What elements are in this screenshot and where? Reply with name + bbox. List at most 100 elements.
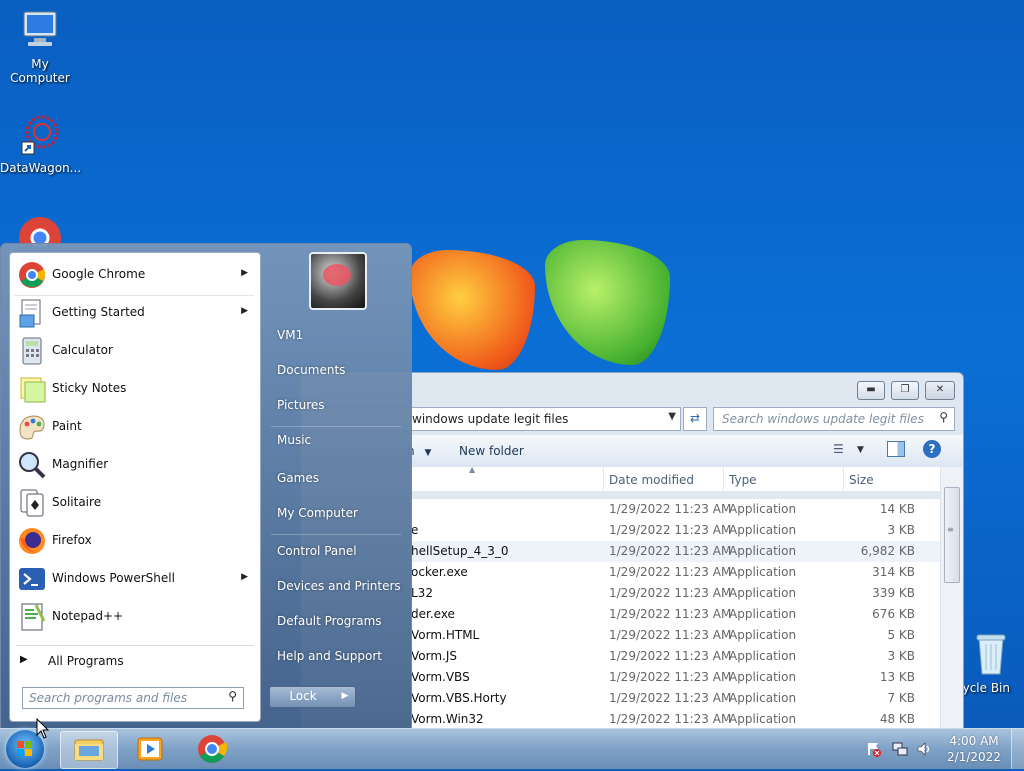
file-date: 1/29/2022 11:23 AM: [609, 544, 732, 558]
start-menu: Google Chrome ▶ Getting Started ▶ Calculator…: [0, 243, 412, 730]
start-program-label: Google Chrome: [52, 267, 146, 281]
chevron-down-icon: ▼: [424, 448, 432, 458]
start-right-item[interactable]: Documents: [277, 363, 345, 377]
help-icon[interactable]: ?: [923, 440, 941, 458]
clock-date: 2/1/2022: [947, 750, 1001, 764]
start-program-item[interactable]: Windows PowerShell ▶: [14, 561, 254, 597]
desktop-icon-my-computer[interactable]: My Computer: [0, 8, 80, 85]
file-size: 14 KB: [879, 502, 915, 516]
start-program-item[interactable]: Sticky Notes: [14, 371, 254, 407]
lock-button[interactable]: Lock: [269, 686, 337, 708]
start-program-label: Firefox: [52, 533, 92, 547]
chevron-right-icon[interactable]: ▶: [241, 306, 248, 316]
start-right-item[interactable]: My Computer: [277, 506, 358, 520]
close-button[interactable]: ✕: [925, 381, 955, 400]
start-right-item[interactable]: Control Panel: [277, 544, 357, 558]
windows-logo: [410, 240, 680, 380]
start-program-item[interactable]: Solitaire: [14, 485, 254, 521]
start-program-item[interactable]: Paint: [14, 409, 254, 445]
taskbar-explorer-button[interactable]: [60, 731, 118, 769]
search-box[interactable]: Search windows update legit files ⚲: [713, 407, 955, 431]
column-date-modified[interactable]: Date modified: [609, 473, 694, 487]
file-name: e: [411, 523, 419, 537]
taskbar: 4:00 AM 2/1/2022: [0, 728, 1024, 769]
start-program-label: Getting Started: [52, 305, 145, 319]
clock[interactable]: 4:00 AM 2/1/2022: [944, 733, 1004, 765]
refresh-icon: ⇄: [689, 411, 701, 425]
start-right-item[interactable]: Devices and Printers: [277, 579, 401, 593]
file-type: Application: [729, 649, 797, 663]
file-date: 1/29/2022 11:23 AM: [609, 670, 732, 684]
file-size: 7 KB: [887, 691, 915, 705]
scrollbar-thumb[interactable]: [944, 487, 960, 583]
file-size: 48 KB: [879, 712, 915, 726]
media-player-icon: [137, 737, 163, 761]
sort-indicator-icon: ▲: [469, 465, 476, 474]
start-program-item[interactable]: Google Chrome ▶: [14, 257, 254, 296]
start-right-item[interactable]: Music: [277, 433, 311, 447]
file-name: hellSetup_4_3_0: [411, 544, 509, 558]
start-program-item[interactable]: Firefox: [14, 523, 254, 559]
start-right-item[interactable]: Help and Support: [277, 649, 382, 663]
chevron-right-icon[interactable]: ▶: [241, 268, 248, 278]
file-size: 3 KB: [887, 649, 915, 663]
network-icon[interactable]: [892, 741, 908, 760]
view-options-icon[interactable]: ☰: [833, 442, 844, 456]
computer-icon: [23, 11, 57, 46]
file-date: 1/29/2022 11:23 AM: [609, 712, 732, 726]
powershell-icon: [19, 568, 45, 590]
taskbar-chrome-button[interactable]: [184, 731, 240, 767]
file-size: 314 KB: [872, 565, 915, 579]
calculator-icon: [22, 337, 42, 365]
user-picture[interactable]: [309, 252, 367, 310]
datawagon-icon: [21, 115, 59, 155]
taskbar-media-player-button[interactable]: [122, 731, 178, 767]
chrome-icon: [19, 217, 61, 259]
file-size: 676 KB: [872, 607, 915, 621]
start-right-item[interactable]: Games: [277, 471, 319, 485]
notepadpp-icon: [21, 603, 46, 631]
minimize-button[interactable]: ▬: [857, 381, 885, 400]
refresh-button[interactable]: ⇄: [683, 407, 707, 431]
start-right-item[interactable]: Default Programs: [277, 614, 382, 628]
file-type: Application: [729, 691, 797, 705]
volume-icon[interactable]: [916, 741, 932, 760]
preview-pane-icon[interactable]: [887, 441, 905, 457]
start-program-item[interactable]: Calculator: [14, 333, 254, 369]
start-right-item[interactable]: VM1: [277, 328, 303, 342]
column-size[interactable]: Size: [849, 473, 874, 487]
start-menu-programs-pane: Google Chrome ▶ Getting Started ▶ Calculator…: [9, 252, 261, 722]
file-date: 1/29/2022 11:23 AM: [609, 691, 732, 705]
file-type: Application: [729, 670, 797, 684]
file-name: Vorm.HTML: [411, 628, 480, 642]
start-right-item[interactable]: Pictures: [277, 398, 325, 412]
chevron-right-icon[interactable]: ▶: [241, 572, 248, 582]
start-search-input[interactable]: Search programs and files: [29, 691, 187, 705]
chrome-icon: [19, 262, 46, 288]
recycle-bin-icon: [976, 634, 1006, 675]
shutdown-options-button[interactable]: ▶: [335, 686, 356, 708]
file-type: Application: [729, 523, 797, 537]
file-date: 1/29/2022 11:23 AM: [609, 502, 732, 516]
chevron-right-icon: ▶: [20, 654, 28, 665]
search-icon: ⚲: [939, 410, 948, 424]
file-name: Vorm.VBS: [411, 670, 470, 684]
start-program-item[interactable]: Notepad++: [14, 599, 254, 635]
maximize-button[interactable]: ❐: [891, 381, 919, 400]
action-center-icon[interactable]: [866, 741, 882, 760]
start-search-box[interactable]: Search programs and files ⚲: [22, 687, 244, 709]
file-name: Vorm.VBS.Horty: [411, 691, 507, 705]
start-program-item[interactable]: Magnifier: [14, 447, 254, 483]
scrollbar-grip-icon: ≡: [947, 525, 954, 534]
search-input[interactable]: Search windows update legit files: [722, 412, 924, 426]
vertical-scrollbar[interactable]: ≡: [940, 467, 963, 729]
start-program-item[interactable]: Getting Started ▶: [14, 295, 254, 331]
show-desktop-button[interactable]: [1011, 729, 1024, 769]
address-path: windows update legit files: [412, 412, 569, 426]
address-dropdown-icon[interactable]: ▼: [668, 411, 676, 422]
view-dropdown-icon[interactable]: ▼: [857, 445, 864, 455]
all-programs-button[interactable]: ▶ All Programs: [16, 649, 252, 673]
new-folder-button[interactable]: New folder: [459, 444, 524, 458]
column-type[interactable]: Type: [729, 473, 757, 487]
desktop-icon-datawagon[interactable]: DataWagon...: [0, 112, 81, 175]
